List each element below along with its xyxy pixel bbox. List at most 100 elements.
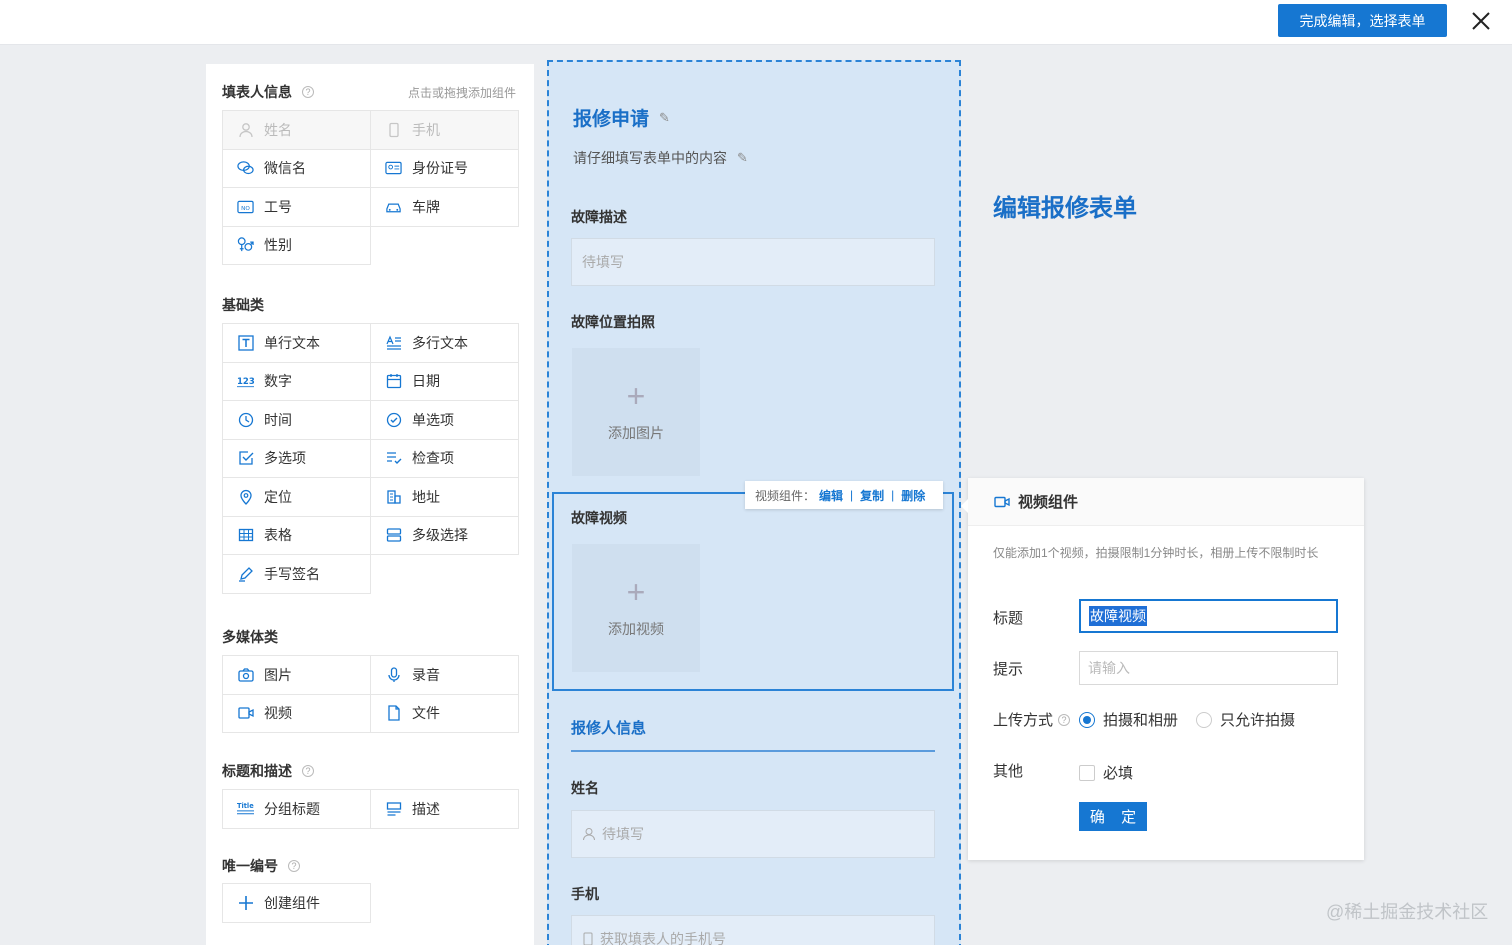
field-label-fault-photo: 故障位置拍照 bbox=[571, 314, 655, 330]
hint-input[interactable]: 请输入 bbox=[1079, 651, 1338, 685]
group-title[interactable]: 报修人信息 bbox=[571, 717, 646, 738]
edit-pen-icon[interactable]: ✎ bbox=[659, 110, 670, 126]
palette-item[interactable]: 定位 bbox=[222, 477, 371, 517]
property-panel-title: 视频组件 bbox=[1018, 494, 1079, 511]
id-card-icon bbox=[385, 160, 402, 177]
palette-item-label: 地址 bbox=[412, 488, 440, 505]
palette-item[interactable]: 文件 bbox=[370, 693, 519, 733]
palette-item[interactable]: 多级选择 bbox=[370, 515, 519, 555]
palette-item[interactable]: 手写签名 bbox=[222, 554, 371, 594]
palette-item-label: 检查项 bbox=[412, 450, 454, 467]
title-label: 标题 bbox=[993, 610, 1024, 627]
palette-item[interactable]: 单选项 bbox=[370, 400, 519, 440]
add-image-label: 添加图片 bbox=[608, 425, 664, 441]
delete-link[interactable]: 删除 bbox=[901, 487, 925, 504]
page-heading: 编辑报修表单 bbox=[993, 195, 1137, 222]
add-video-button[interactable]: + 添加视频 bbox=[572, 544, 700, 672]
toolbar-label: 视频组件： bbox=[755, 488, 816, 503]
finish-edit-button[interactable]: 完成编辑，选择表单 bbox=[1278, 4, 1447, 37]
gender-icon bbox=[237, 237, 254, 254]
edit-pen-icon[interactable]: ✎ bbox=[737, 150, 748, 166]
palette-item-label: 微信名 bbox=[264, 160, 306, 177]
palette-item[interactable]: 时间 bbox=[222, 400, 371, 440]
phone-icon bbox=[582, 932, 594, 945]
help-icon[interactable]: ? bbox=[302, 765, 314, 777]
palette-item-label: 姓名 bbox=[264, 121, 292, 138]
fault-desc-input[interactable]: 待填写 bbox=[571, 238, 935, 286]
radio-dot-selected[interactable] bbox=[1079, 711, 1095, 728]
palette-item-label: 时间 bbox=[264, 411, 292, 428]
palette-item[interactable]: 性别 bbox=[222, 225, 371, 265]
palette-item[interactable]: 多选项 bbox=[222, 438, 371, 478]
palette-item[interactable]: NO 工号 bbox=[222, 187, 371, 227]
name-input[interactable]: 待填写 bbox=[571, 810, 935, 858]
palette-item[interactable]: 表格 bbox=[222, 515, 371, 555]
palette-item[interactable]: 姓名 bbox=[222, 110, 371, 150]
description-icon bbox=[385, 800, 402, 817]
palette-item-label: 手机 bbox=[412, 121, 440, 138]
close-icon[interactable] bbox=[1468, 8, 1494, 34]
title-input[interactable]: 故障视频 bbox=[1079, 599, 1338, 633]
required-checkbox[interactable]: 必填 bbox=[1079, 762, 1133, 783]
palette-item[interactable]: 录音 bbox=[370, 655, 519, 695]
phone-input[interactable]: 获取填表人的手机号 bbox=[571, 915, 935, 945]
palette-item-label: 描述 bbox=[412, 800, 440, 817]
palette-item-label: 分组标题 bbox=[264, 800, 320, 817]
palette-item[interactable]: 多行文本 bbox=[370, 323, 519, 363]
palette-item-label: 视频 bbox=[264, 705, 292, 722]
property-tip: 仅能添加1个视频，拍摄限制1分钟时长，相册上传不限制时长 bbox=[993, 546, 1319, 560]
palette-item-label: 创建组件 bbox=[264, 894, 320, 911]
heading-desc-grid: Title 分组标题 描述 bbox=[222, 789, 519, 829]
svg-text:123: 123 bbox=[237, 377, 254, 387]
car-icon bbox=[385, 198, 402, 215]
field-label-name: 姓名 bbox=[571, 780, 599, 796]
table-icon bbox=[237, 527, 254, 544]
checkbox-box[interactable] bbox=[1079, 764, 1095, 781]
section-title-media: 多媒体类 bbox=[222, 629, 278, 645]
help-icon[interactable]: ? bbox=[288, 860, 300, 872]
palette-item[interactable]: Title 分组标题 bbox=[222, 789, 371, 829]
palette-item[interactable]: 身份证号 bbox=[370, 148, 519, 188]
copy-link[interactable]: 复制 bbox=[860, 487, 884, 504]
palette-item[interactable]: 手机 bbox=[370, 110, 519, 150]
help-icon[interactable]: ? bbox=[1058, 713, 1071, 726]
radio-shoot-and-album[interactable]: 拍摄和相册 bbox=[1079, 709, 1178, 730]
person-icon bbox=[237, 121, 254, 138]
palette-item[interactable]: 微信名 bbox=[222, 148, 371, 188]
palette-item[interactable]: 车牌 bbox=[370, 187, 519, 227]
palette-item[interactable]: 创建组件 bbox=[222, 883, 371, 923]
section-title-unique-id: 唯一编号? bbox=[222, 856, 300, 876]
phone-icon bbox=[385, 121, 402, 138]
palette-item[interactable]: 日期 bbox=[370, 361, 519, 401]
person-icon bbox=[582, 827, 596, 841]
palette-item[interactable]: 视频 bbox=[222, 693, 371, 733]
confirm-button[interactable]: 确 定 bbox=[1079, 802, 1147, 831]
other-label: 其他 bbox=[993, 763, 1024, 780]
svg-text:Title: Title bbox=[237, 802, 254, 810]
help-icon[interactable]: ? bbox=[302, 86, 314, 98]
add-image-button[interactable]: + 添加图片 bbox=[572, 348, 700, 476]
field-toolbar: 视频组件： 编辑 | 复制 | 删除 bbox=[745, 481, 943, 509]
palette-item[interactable]: 图片 bbox=[222, 655, 371, 695]
form-title[interactable]: 报修申请 ✎ bbox=[573, 104, 670, 131]
form-description[interactable]: 请仔细填写表单中的内容 ✎ bbox=[573, 148, 748, 168]
upload-method-label: 上传方式? bbox=[993, 709, 1071, 730]
palette-item-label: 身份证号 bbox=[412, 160, 468, 177]
palette-item[interactable]: 123 数字 bbox=[222, 361, 371, 401]
radio-shoot-only[interactable]: 只允许拍摄 bbox=[1196, 709, 1295, 730]
property-panel-header: 视频组件 bbox=[968, 478, 1364, 526]
checkbox-icon bbox=[237, 450, 254, 467]
palette-item[interactable]: 单行文本 bbox=[222, 323, 371, 363]
edit-link[interactable]: 编辑 bbox=[819, 487, 843, 504]
section-title-filler-info: 填表人信息? bbox=[222, 82, 314, 102]
plus-icon: + bbox=[626, 378, 646, 414]
field-label-phone: 手机 bbox=[571, 886, 599, 902]
add-video-label: 添加视频 bbox=[608, 621, 664, 637]
media-grid: 图片 录音视频 文件 bbox=[222, 655, 519, 733]
palette-item-label: 图片 bbox=[264, 666, 292, 683]
location-pin-icon bbox=[237, 488, 254, 505]
palette-item[interactable]: 地址 bbox=[370, 477, 519, 517]
palette-item[interactable]: 检查项 bbox=[370, 438, 519, 478]
palette-item[interactable]: 描述 bbox=[370, 789, 519, 829]
radio-dot[interactable] bbox=[1196, 711, 1212, 728]
